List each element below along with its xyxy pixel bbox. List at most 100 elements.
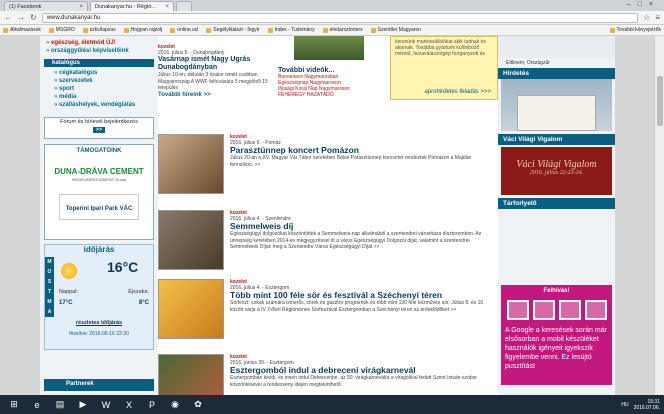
reload-icon[interactable]: ↻ (30, 13, 37, 22)
night-temp: 8°C (138, 300, 149, 306)
ie-icon[interactable]: e (27, 397, 47, 412)
bookmark-item[interactable]: szkv/lapzas (82, 27, 116, 33)
location-caption: Ettlinem, Ország­zűr (506, 60, 550, 66)
catalog-heading: katalógus (44, 59, 154, 67)
close-icon[interactable]: × (79, 4, 83, 10)
top-news-block: kozelet 2016. július 5. - Dunabogdány Va… (158, 36, 498, 116)
bookmark-item[interactable]: Index - Tudomány (267, 27, 315, 33)
star-icon[interactable]: ☆ (643, 13, 650, 22)
folder-icon (322, 27, 328, 33)
vertical-scrollbar[interactable] (654, 36, 664, 395)
powerpoint-icon[interactable]: P (142, 397, 162, 412)
sidebar-item-sport[interactable]: sport (40, 85, 158, 93)
chrome-icon[interactable]: ◉ (165, 397, 185, 412)
news-title[interactable]: Vasárnap ismét Nagy Ugrás Dunabogdányban (158, 56, 270, 72)
media-icon[interactable]: ▶ (73, 397, 93, 412)
bookmark-item[interactable]: Alkalmazások (3, 27, 41, 33)
sidebar-item-accommodation[interactable]: szálláshelyek, vendéglátás (40, 101, 158, 109)
vigalom-heading: Váci Világi Vigalom (498, 134, 615, 145)
notice-title: Felhívás! (543, 288, 570, 294)
clock-date[interactable]: 2016.07.06. (634, 405, 660, 411)
video-thumbnail[interactable] (294, 36, 364, 60)
current-temperature: 16°C (107, 259, 139, 275)
sponsors-box: TÁMOGATÓINK DUNA-DRÁVA CEMENT HEIDELBERGC… (44, 144, 154, 240)
tab-title: (1) Facebook (9, 3, 42, 10)
new-tab-button[interactable] (176, 1, 192, 11)
day-label: Nappal: (59, 289, 78, 295)
right-sidebar: Ettlinem, Ország­zűr Hirdetés Váci Világ… (498, 36, 615, 395)
scrollbar-thumb[interactable] (657, 76, 663, 126)
sidebar-item-organizations[interactable]: szervezetek (40, 77, 158, 85)
bookmark-item[interactable]: Szenttler Magyaron (370, 27, 421, 33)
night-label: Éjszaka: (128, 289, 149, 295)
close-icon[interactable]: × (165, 4, 169, 10)
forum-go-button[interactable]: >> (92, 127, 106, 133)
tab-dunakanyar[interactable]: Dunakanyar.hu - Régió... × (90, 1, 174, 11)
news-thumbnail[interactable] (158, 279, 224, 339)
vigalom-banner[interactable]: Váci Világi Vigalom 2016. július 22-23-24… (501, 147, 612, 195)
weather-side-tabs[interactable]: M O S T M A (45, 257, 54, 317)
news-text: Július 20-án a XV. Magyar Vár Tábor kere… (230, 155, 472, 168)
sun-icon (61, 263, 77, 279)
ad-image[interactable] (501, 79, 612, 131)
window-controls[interactable]: –□× (627, 1, 660, 8)
forum-label: Fórum és hírlevél bejelentkezés (60, 119, 138, 125)
weather-widget: időjárás M O S T M A 16°C Nappal: Éjszaka… (44, 244, 154, 350)
bookmark-item[interactable]: MSGRO (48, 27, 75, 33)
news-text: Sörfeszt: sokak számára ismerős, sörek é… (230, 300, 485, 313)
sponsors-title: TÁMOGATÓINK (76, 148, 122, 154)
weather-title: időjárás (83, 245, 115, 254)
classifieds-link[interactable]: aprohirdetes feladás >>> (424, 89, 491, 95)
folder-icon (609, 27, 615, 33)
sidebar-link-representatives[interactable]: országgyűlési képviselőink (40, 47, 158, 55)
folder-icon[interactable]: ▤ (50, 397, 70, 412)
news-title[interactable]: Semmelweis díj (230, 222, 495, 231)
left-sidebar: egészség, életmód ÚJ! országgyűlési képv… (40, 36, 158, 395)
bookmark-item[interactable]: Segélyklatszt - fogyir (206, 27, 260, 33)
partners-heading[interactable]: Partnerek (44, 379, 154, 391)
bookmark-item[interactable]: eledarsztorters (322, 27, 363, 33)
sidebar-item-media[interactable]: média (40, 93, 158, 101)
news-title[interactable]: Esztergomból indul a debreceni virágkarn… (230, 366, 495, 375)
sponsor-logo-ipari-park[interactable]: Toperini Ipari Park VÁC (59, 194, 139, 220)
bookmark-item[interactable]: online.ucl (170, 27, 198, 33)
news-text: Egészségügyi dolgozókat köszöntöttek a S… (230, 231, 482, 250)
news-thumbnail[interactable] (158, 210, 224, 270)
app-icon[interactable]: ✿ (188, 397, 208, 412)
back-icon[interactable]: ← (4, 13, 12, 22)
mobile-notice-banner[interactable]: Felhívás! A Google a keresések során már… (501, 285, 612, 385)
news-text: Július 10-én, délután 3 órakor ismét cso… (158, 72, 268, 91)
excel-icon[interactable]: X (119, 397, 139, 412)
tab-title: Dunakanyar.hu - Régió... (95, 3, 156, 10)
language-indicator[interactable]: HU (621, 402, 628, 408)
forward-icon[interactable]: → (17, 13, 25, 22)
chart-icon (558, 300, 581, 320)
folder-icon (123, 27, 129, 33)
news-item: kozelet 2016. július 4. - Esztergom Több… (158, 279, 498, 349)
tablet-icon (584, 300, 607, 320)
video-link[interactable]: FEHÉREGY HAZATÁDÓ (278, 92, 383, 98)
further-news-link[interactable]: További híreink >> (158, 92, 270, 98)
word-icon[interactable]: W (96, 397, 116, 412)
sidebar-link-health[interactable]: egészség, életmód ÚJ! (40, 39, 158, 47)
sidebar-item-companies[interactable]: cégkatalógus (40, 69, 158, 77)
start-icon[interactable]: ⊞ (4, 397, 24, 412)
page-viewport: egészség, életmód ÚJ! országgyűlési képv… (0, 36, 664, 395)
phone-icon (532, 300, 555, 320)
news-thumbnail[interactable] (158, 354, 224, 395)
news-title[interactable]: Paraszt­ünnep koncert Pomázon (230, 146, 495, 155)
url-input[interactable]: www.dunakanyar.hu (41, 12, 639, 23)
weather-updated: frissítve: 2016-06-16 22:30 (69, 331, 129, 337)
weather-details-link[interactable]: részletes időjárás (45, 320, 153, 326)
bookmark-item[interactable]: Hogyan rajzolj (123, 27, 162, 33)
news-item: kozelet 2016. július 4. - Szentendre Sem… (158, 210, 498, 278)
menu-icon[interactable]: ≡ (655, 13, 660, 22)
folder-icon (267, 27, 273, 33)
news-title[interactable]: Több mint 100 féle sör és fesztivál a Sz… (230, 291, 495, 300)
day-night-forecast: Nappal: Éjszaka: 17°C 8°C (59, 289, 149, 306)
sponsor-logo-cement[interactable]: DUNA-DRÁVA CEMENT HEIDELBERGCEMENT Group (49, 168, 149, 184)
folder-icon (206, 27, 212, 33)
tab-facebook[interactable]: (1) Facebook × (4, 1, 88, 11)
news-thumbnail[interactable] (158, 134, 224, 194)
bookmark-item-more[interactable]: További könyvjelzők (609, 27, 661, 33)
